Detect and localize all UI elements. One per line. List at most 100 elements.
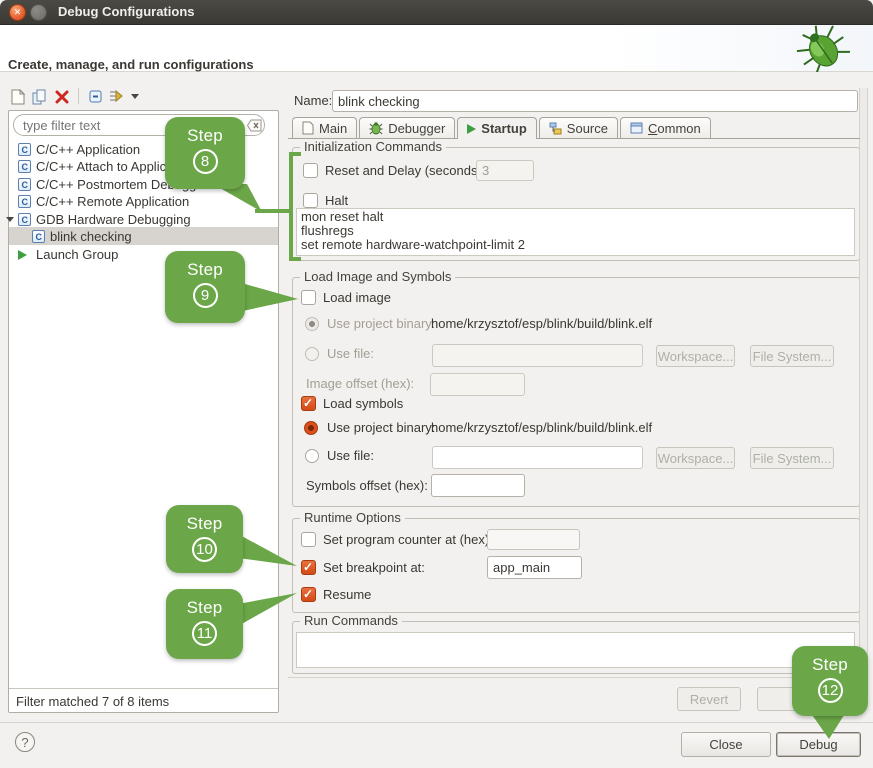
tab-startup[interactable]: Startup [457,117,537,139]
dialog-header: Create, manage, and run configurations [0,25,873,72]
load-symbols-checkbox[interactable] [301,396,316,411]
image-file-system-button[interactable]: File System... [750,345,834,367]
load-image-checkbox[interactable] [301,290,316,305]
reset-and-delay-label: Reset and Delay (seconds): [325,163,485,179]
tab-common[interactable]: Common [620,117,711,138]
revert-button[interactable]: Revert [677,687,741,711]
page-icon [302,121,314,135]
image-workspace-button[interactable]: Workspace... [656,345,735,367]
reset-delay-input[interactable] [476,160,534,181]
toolbar-separator [78,88,79,104]
symbols-use-file-label: Use file: [327,448,374,464]
runtime-options-legend: Runtime Options [300,511,405,525]
close-button[interactable]: Close [681,732,771,757]
init-commands-textarea[interactable]: mon reset halt flushregs set remote hard… [296,208,855,256]
run-commands-legend: Run Commands [300,614,402,628]
halt-label: Halt [325,193,348,209]
set-program-counter-checkbox[interactable] [301,532,316,547]
c-config-icon [32,230,45,243]
help-button[interactable]: ? [15,732,35,752]
symbols-offset-input[interactable] [431,474,525,497]
set-breakpoint-label: Set breakpoint at: [323,560,425,576]
footer-separator [0,722,873,723]
symbols-use-project-binary-label: Use project binary: [327,420,435,436]
common-window-icon [630,122,643,134]
step-9-callout: Step 9 [165,251,245,323]
content-separator [288,677,866,678]
c-config-icon [18,160,31,173]
program-counter-input[interactable] [487,529,580,550]
step-8-number: 8 [193,149,218,174]
image-offset-label: Image offset (hex): [306,376,414,392]
load-image-symbols-group [292,277,860,507]
initialization-commands-legend: Initialization Commands [300,140,446,154]
image-file-input[interactable] [432,344,643,367]
symbols-use-file-radio[interactable] [305,449,319,463]
step-11-callout: Step 11 [166,589,243,659]
startup-play-icon [467,124,476,134]
status-separator [9,688,278,689]
window-title: Debug Configurations [58,4,195,19]
duplicate-configuration-icon[interactable] [31,88,49,105]
image-use-project-binary-radio[interactable] [305,317,319,331]
reset-and-delay-checkbox[interactable] [303,163,318,178]
tab-source[interactable]: Source [539,117,618,138]
c-config-icon [18,213,31,226]
step-10-callout: Step 10 [166,505,243,573]
debugger-bug-icon [369,121,383,135]
image-use-file-label: Use file: [327,346,374,362]
load-image-label: Load image [323,290,391,306]
step-12-number: 12 [818,678,843,703]
bug-banner-icon [788,24,858,72]
resume-label: Resume [323,587,371,603]
symbols-file-input[interactable] [432,446,643,469]
c-config-icon [18,178,31,191]
vertical-scrollbar[interactable] [859,88,868,676]
load-image-symbols-legend: Load Image and Symbols [300,270,455,284]
expander-icon[interactable] [6,217,14,222]
image-use-project-binary-label: Use project binary: [327,316,435,332]
filter-configurations-icon[interactable] [108,88,126,105]
c-config-icon [18,195,31,208]
tab-main[interactable]: Main [292,117,357,138]
clear-filter-icon[interactable] [247,119,263,135]
symbols-use-project-binary-radio[interactable] [304,421,318,435]
symbols-workspace-button[interactable]: Workspace... [656,447,735,469]
symbols-project-binary-path: home/krzysztof/esp/blink/build/blink.elf [431,420,652,436]
window-close-icon[interactable] [9,4,26,21]
set-breakpoint-checkbox[interactable] [301,560,316,575]
step-9-number: 9 [193,283,218,308]
c-config-icon [18,143,31,156]
image-use-file-radio[interactable] [305,347,319,361]
step-12-callout: Step 12 [792,646,868,716]
step-11-number: 11 [192,621,217,646]
halt-checkbox[interactable] [303,193,318,208]
tab-debugger[interactable]: Debugger [359,117,455,138]
filter-menu-chevron-icon[interactable] [130,88,140,105]
debug-configurations-dialog: Debug Configurations Create, manage, and… [0,0,873,768]
name-input[interactable] [332,90,858,112]
new-configuration-icon[interactable] [9,88,27,105]
launch-group-icon [18,250,27,260]
image-offset-input[interactable] [430,373,525,396]
collapse-all-icon[interactable] [86,88,104,105]
symbols-offset-label: Symbols offset (hex): [306,478,428,494]
source-tree-icon [549,121,562,135]
config-toolbar [9,88,209,106]
filter-status-text: Filter matched 7 of 8 items [16,694,169,709]
debug-button[interactable]: Debug [776,732,861,757]
image-project-binary-path: home/krzysztof/esp/blink/build/blink.elf [431,316,652,332]
name-label: Name: [294,93,332,109]
titlebar: Debug Configurations [0,0,873,25]
symbols-file-system-button[interactable]: File System... [750,447,834,469]
breakpoint-input[interactable] [487,556,582,579]
resume-checkbox[interactable] [301,587,316,602]
dialog-subtitle: Create, manage, and run configurations [8,57,254,72]
step-8-callout: Step 8 [165,117,245,189]
set-program-counter-label: Set program counter at (hex): [323,532,493,548]
step-10-number: 10 [192,537,217,562]
window-minimize-icon[interactable] [30,4,47,21]
delete-configuration-icon[interactable] [53,88,71,105]
tab-bar: Main Debugger Startup Source [292,117,711,139]
run-commands-textarea[interactable] [296,632,855,668]
